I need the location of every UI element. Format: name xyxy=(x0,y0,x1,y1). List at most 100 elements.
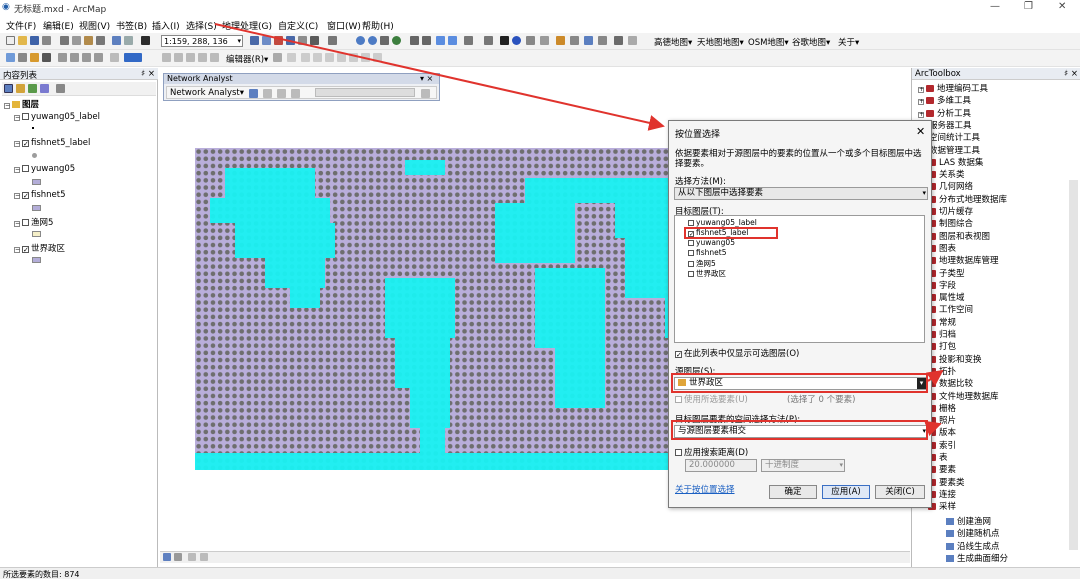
layer-visibility-checkbox[interactable] xyxy=(22,219,29,226)
catalog-icon[interactable] xyxy=(274,36,283,45)
attributes-icon[interactable] xyxy=(361,53,370,62)
distance-unit-select[interactable]: 十进制度 ▾ xyxy=(761,459,845,472)
toc-icon[interactable] xyxy=(262,36,271,45)
search-distance-input[interactable]: 20.000000 xyxy=(685,459,757,472)
refresh-icon[interactable] xyxy=(188,553,196,561)
layer-symbol[interactable] xyxy=(32,179,41,185)
checkbox-icon[interactable] xyxy=(688,271,694,277)
maximize-button[interactable]: ❐ xyxy=(1024,1,1033,12)
layer-visibility-checkbox[interactable]: ✓ xyxy=(22,192,29,200)
clear-selection-icon[interactable] xyxy=(484,36,493,45)
georef5-icon[interactable] xyxy=(210,53,219,62)
target-layer-item[interactable]: fishnet5 xyxy=(688,248,726,257)
target-layer-item[interactable]: yuwang05 xyxy=(688,238,735,247)
menu-insert[interactable]: 插入(I) xyxy=(152,19,180,32)
toc-layer-1[interactable]: − ✓ fishnet5_label xyxy=(14,138,90,148)
collapse-icon[interactable]: − xyxy=(14,193,20,199)
list-by-visibility-icon[interactable] xyxy=(28,84,37,93)
font-icon[interactable] xyxy=(58,53,67,62)
use-selected-checkbox[interactable]: 使用所选要素(U) xyxy=(675,393,748,405)
layer-visibility-checkbox[interactable]: ✓ xyxy=(22,140,29,148)
cut-icon[interactable] xyxy=(60,36,69,45)
model-builder-icon[interactable] xyxy=(328,36,337,45)
basemap-gaode[interactable]: 高德地图▾ xyxy=(654,36,692,48)
collapse-icon[interactable]: − xyxy=(14,167,20,173)
new-icon[interactable] xyxy=(6,36,15,45)
paste-icon[interactable] xyxy=(84,36,93,45)
network-analyst-menu[interactable]: Network Analyst▾ xyxy=(170,88,244,98)
layer-icon[interactable] xyxy=(30,53,39,62)
tool-item[interactable]: 生成曲面细分 xyxy=(946,552,1008,564)
tool-item[interactable]: 创建渔网 xyxy=(946,515,991,527)
editor-menu[interactable]: 编辑器(R)▾ xyxy=(226,53,268,65)
toolbox-item[interactable]: + 地理编码工具 xyxy=(918,82,988,94)
new-route-icon[interactable] xyxy=(249,89,258,98)
options-icon[interactable] xyxy=(56,84,65,93)
toolbox-item[interactable]: LAS 数据集 xyxy=(928,156,983,168)
expand-icon[interactable]: + xyxy=(918,99,924,106)
layer-symbol[interactable] xyxy=(32,153,37,158)
save-icon[interactable] xyxy=(30,36,39,45)
checkbox-icon[interactable] xyxy=(688,250,694,256)
toolbox-item[interactable]: 几何网络 xyxy=(928,180,973,192)
back-icon[interactable] xyxy=(436,36,445,45)
close-dialog-button[interactable]: 关闭(C) xyxy=(875,485,925,499)
layer-symbol[interactable] xyxy=(32,257,41,263)
checkbox-icon[interactable] xyxy=(688,240,694,246)
basemap-tianditu[interactable]: 天地图地图▾ xyxy=(697,36,744,48)
fill-color-icon[interactable] xyxy=(110,53,119,62)
redo-icon[interactable] xyxy=(124,36,133,45)
toolbox-item[interactable]: 地理数据库管理 xyxy=(928,254,999,266)
move-location-icon[interactable] xyxy=(277,89,286,98)
minimize-button[interactable]: — xyxy=(990,1,1000,12)
goto-xy-icon[interactable] xyxy=(584,36,593,45)
zoom-out-icon[interactable] xyxy=(368,36,377,45)
toolbox-item[interactable]: 字段 xyxy=(928,279,956,291)
full-extent-icon[interactable] xyxy=(392,36,401,45)
find-icon[interactable] xyxy=(556,36,565,45)
create-location-icon[interactable] xyxy=(263,89,272,98)
measure-icon[interactable] xyxy=(540,36,549,45)
toc-layer-3[interactable]: − ✓ fishnet5 xyxy=(14,190,66,200)
collapse-icon[interactable]: − xyxy=(14,141,20,147)
arctoolbox-pin-close[interactable]: ♯ × xyxy=(1064,69,1078,79)
toolbox-item[interactable]: 拓扑 xyxy=(928,365,956,377)
collapse-icon[interactable]: − xyxy=(14,221,20,227)
ok-button[interactable]: 确定 xyxy=(769,485,817,499)
menu-file[interactable]: 文件(F) xyxy=(6,19,36,32)
toc-pin-close[interactable]: ♯ × xyxy=(141,69,155,79)
georef3-icon[interactable] xyxy=(186,53,195,62)
hyperlink-icon[interactable] xyxy=(526,36,535,45)
reshape-icon[interactable] xyxy=(313,53,322,62)
list-by-drawing-order-icon[interactable] xyxy=(4,84,13,93)
arctoolbox-scrollbar[interactable] xyxy=(1069,180,1078,550)
target-layer-item[interactable]: 世界政区 xyxy=(688,268,726,279)
collapse-icon[interactable]: − xyxy=(14,247,20,253)
tool-item[interactable]: 创建随机点 xyxy=(946,527,1000,539)
toolbox-item[interactable]: 子类型 xyxy=(928,267,965,279)
georef4-icon[interactable] xyxy=(198,53,207,62)
straight-segment-icon[interactable] xyxy=(287,53,296,62)
toc-layer-0[interactable]: − yuwang05_label xyxy=(14,112,100,122)
undo-icon[interactable] xyxy=(112,36,121,45)
checkbox-icon[interactable] xyxy=(688,220,694,226)
help-link[interactable]: 关于按位置选择 xyxy=(675,483,735,495)
list-by-source-icon[interactable] xyxy=(16,84,25,93)
toc-root[interactable]: − 图层 xyxy=(4,98,39,110)
layer-symbol[interactable] xyxy=(32,127,34,129)
toolbox-item[interactable]: + 多维工具 xyxy=(918,94,971,106)
toolbox-item[interactable]: 索引 xyxy=(928,439,956,451)
network-analyst-combo[interactable] xyxy=(315,88,415,97)
collapse-icon[interactable]: − xyxy=(14,115,20,121)
network-analyst-close[interactable]: ▾ × xyxy=(420,74,433,83)
menu-customize[interactable]: 自定义(C) xyxy=(278,19,318,32)
menu-bookmarks[interactable]: 书签(B) xyxy=(116,19,147,32)
copy-icon[interactable] xyxy=(72,36,81,45)
toolbox-item[interactable]: 切片缓存 xyxy=(928,205,973,217)
tool-item[interactable]: 沿线生成点 xyxy=(946,540,1000,552)
toolbox-item[interactable]: 要素类 xyxy=(928,476,965,488)
toolbox-item[interactable]: 常规 xyxy=(928,316,956,328)
select-features-icon[interactable] xyxy=(464,36,473,45)
rotate-edit-icon[interactable] xyxy=(349,53,358,62)
pause-icon[interactable] xyxy=(200,553,208,561)
